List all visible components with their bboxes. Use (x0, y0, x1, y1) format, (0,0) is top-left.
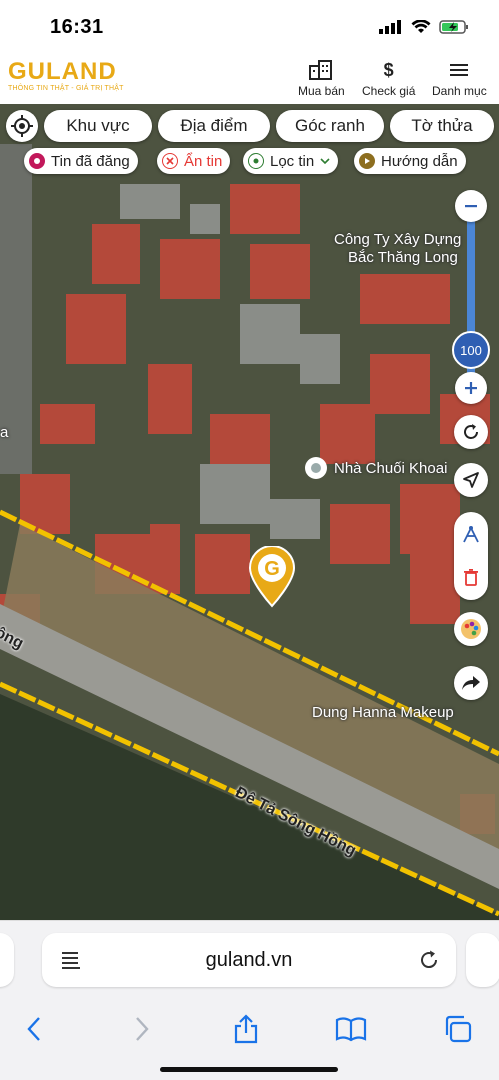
posted-icon (29, 153, 45, 169)
status-bar: 16:31 (0, 0, 499, 52)
map-style-button[interactable] (454, 612, 488, 646)
play-guide-icon (359, 153, 375, 169)
minus-icon (465, 205, 477, 208)
svg-text:G: G (264, 558, 280, 580)
filter-row-primary: Khu vực Địa điểm Góc ranh Tờ thửa (0, 110, 499, 142)
reload-icon[interactable] (418, 949, 440, 971)
tabs-icon (445, 1015, 472, 1043)
filter-pin-icon (248, 153, 264, 169)
crosshair-icon (11, 115, 33, 137)
chip-tin-da-dang[interactable]: Tin đã đăng (24, 148, 138, 174)
chip-loc-tin[interactable]: Lọc tin (243, 148, 339, 174)
poi-label-company-1[interactable]: Công Ty Xây Dựng (334, 231, 461, 248)
chevron-left-icon (27, 1017, 40, 1041)
chip-dia-diem[interactable]: Địa điểm (158, 110, 270, 142)
status-icons (379, 20, 469, 34)
nav-danh-muc[interactable]: Danh mục (432, 60, 487, 98)
share-page-button[interactable] (228, 1011, 264, 1047)
tabs-button[interactable] (440, 1011, 476, 1047)
status-time: 16:31 (50, 16, 104, 38)
trash-icon (464, 569, 478, 586)
share-button[interactable] (454, 666, 488, 700)
poi-label-company-2[interactable]: Bắc Thăng Long (348, 249, 458, 266)
poi-label-edge: a (0, 424, 9, 441)
locate-me-button[interactable] (6, 110, 38, 142)
chip-khu-vuc[interactable]: Khu vực (44, 110, 152, 142)
chip-goc-ranh[interactable]: Góc ranh (276, 110, 384, 142)
zoom-level-handle[interactable]: 100 (452, 331, 490, 369)
buildings-icon (309, 60, 333, 80)
refresh-button[interactable] (454, 415, 488, 449)
chip-an-tin[interactable]: Ẩn tin (157, 148, 231, 174)
palette-icon (461, 619, 481, 639)
delete-button[interactable] (454, 560, 488, 594)
bookmarks-button[interactable] (333, 1011, 369, 1047)
book-icon (335, 1017, 367, 1042)
previous-tab-pill[interactable] (0, 933, 14, 987)
share-icon (234, 1014, 258, 1044)
navigation-arrow-icon (463, 472, 479, 488)
share-arrow-icon (462, 676, 480, 690)
dollar-icon: $ (383, 60, 394, 80)
browser-toolbar: guland.vn (0, 920, 499, 1080)
chip-an-tin-label: Ẩn tin (184, 152, 223, 170)
measure-button[interactable] (454, 518, 488, 552)
menu-icon (450, 64, 469, 76)
logo-tagline: THÔNG TIN THẬT - GIÁ TRỊ THẬT (8, 85, 124, 92)
home-indicator (160, 1067, 338, 1072)
chip-tin-da-dang-label: Tin đã đăng (51, 152, 130, 170)
poi-label-nha-chuoi[interactable]: Nhà Chuối Khoai (334, 460, 447, 477)
guland-location-marker-icon[interactable]: G (248, 546, 296, 608)
zoom-out-button[interactable] (455, 190, 487, 222)
plus-icon (465, 382, 477, 394)
chevron-down-icon (320, 158, 330, 165)
wifi-icon (411, 20, 431, 33)
address-bar[interactable]: guland.vn (42, 933, 456, 987)
chip-to-thua[interactable]: Tờ thửa (390, 110, 494, 142)
chevron-right-icon (136, 1017, 149, 1041)
logo-text: GULAND (8, 58, 117, 85)
nav-mua-ban[interactable]: Mua bán (298, 60, 345, 98)
nav-check-gia-label: Check giá (362, 84, 416, 98)
chip-loc-tin-label: Lọc tin (270, 152, 315, 170)
zoom-in-button[interactable] (455, 372, 487, 404)
app-header: GULAND THÔNG TIN THẬT - GIÁ TRỊ THẬT Mua… (0, 52, 499, 104)
chip-huong-dan-label: Hướng dẫn (381, 152, 458, 170)
signal-icon (379, 20, 401, 34)
back-button[interactable] (16, 1011, 52, 1047)
satellite-map[interactable]: Công Ty Xây Dựng Bắc Thăng Long Nhà Chuố… (0, 104, 499, 920)
nav-check-gia[interactable]: $ Check giá (362, 60, 415, 98)
poi-label-makeup[interactable]: Dung Hanna Makeup (312, 704, 454, 721)
filter-row-secondary: Tin đã đăng Ẩn tin Lọc tin Hướng dẫn (0, 148, 499, 174)
guland-logo[interactable]: GULAND THÔNG TIN THẬT - GIÁ TRỊ THẬT (8, 58, 124, 93)
navigate-button[interactable] (454, 463, 488, 497)
next-tab-pill[interactable] (466, 933, 499, 987)
chip-huong-dan[interactable]: Hướng dẫn (354, 148, 466, 174)
poi-pin-icon[interactable] (305, 457, 327, 479)
battery-charging-icon (439, 20, 468, 34)
hide-icon (162, 153, 178, 169)
url-text: guland.vn (205, 949, 293, 971)
refresh-icon (464, 424, 478, 439)
nav-mua-ban-label: Mua bán (298, 84, 345, 98)
forward-button[interactable] (124, 1011, 160, 1047)
measure-tool-group (454, 512, 488, 600)
measure-icon (463, 525, 479, 543)
nav-danh-muc-label: Danh mục (432, 84, 487, 98)
